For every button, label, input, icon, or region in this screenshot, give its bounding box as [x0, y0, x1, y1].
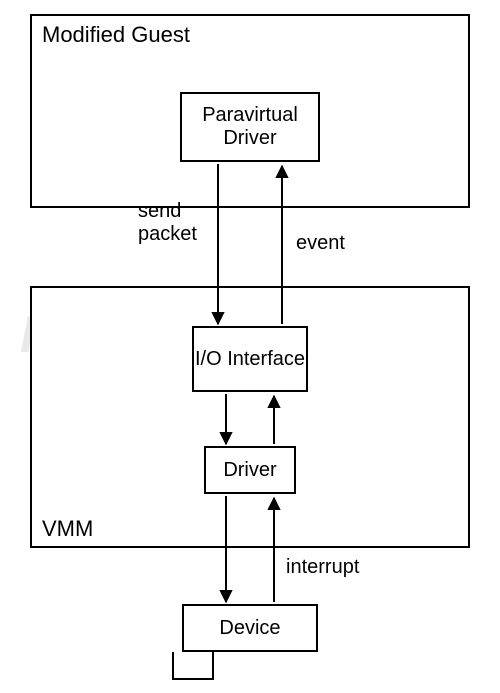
- edge-label-event: event: [296, 232, 345, 255]
- edge-label-interrupt: interrupt: [286, 556, 359, 579]
- node-io-interface-label: I/O Interface: [195, 348, 305, 371]
- node-device-stub: [172, 652, 214, 680]
- container-vmm-title: VMM: [42, 516, 93, 541]
- diagram-canvas: IT 168 评测中心 Modified Guest Paravirtual D…: [0, 0, 500, 693]
- node-driver-label: Driver: [223, 459, 276, 482]
- node-paravirtual-driver: Paravirtual Driver: [180, 92, 320, 162]
- node-driver: Driver: [204, 446, 296, 494]
- node-device: Device: [182, 604, 318, 652]
- edge-label-send-packet: send packet: [138, 200, 197, 246]
- node-device-label: Device: [219, 617, 280, 640]
- container-modified-guest-title: Modified Guest: [42, 22, 190, 47]
- node-paravirtual-driver-label: Paravirtual Driver: [182, 104, 318, 150]
- node-io-interface: I/O Interface: [192, 326, 308, 392]
